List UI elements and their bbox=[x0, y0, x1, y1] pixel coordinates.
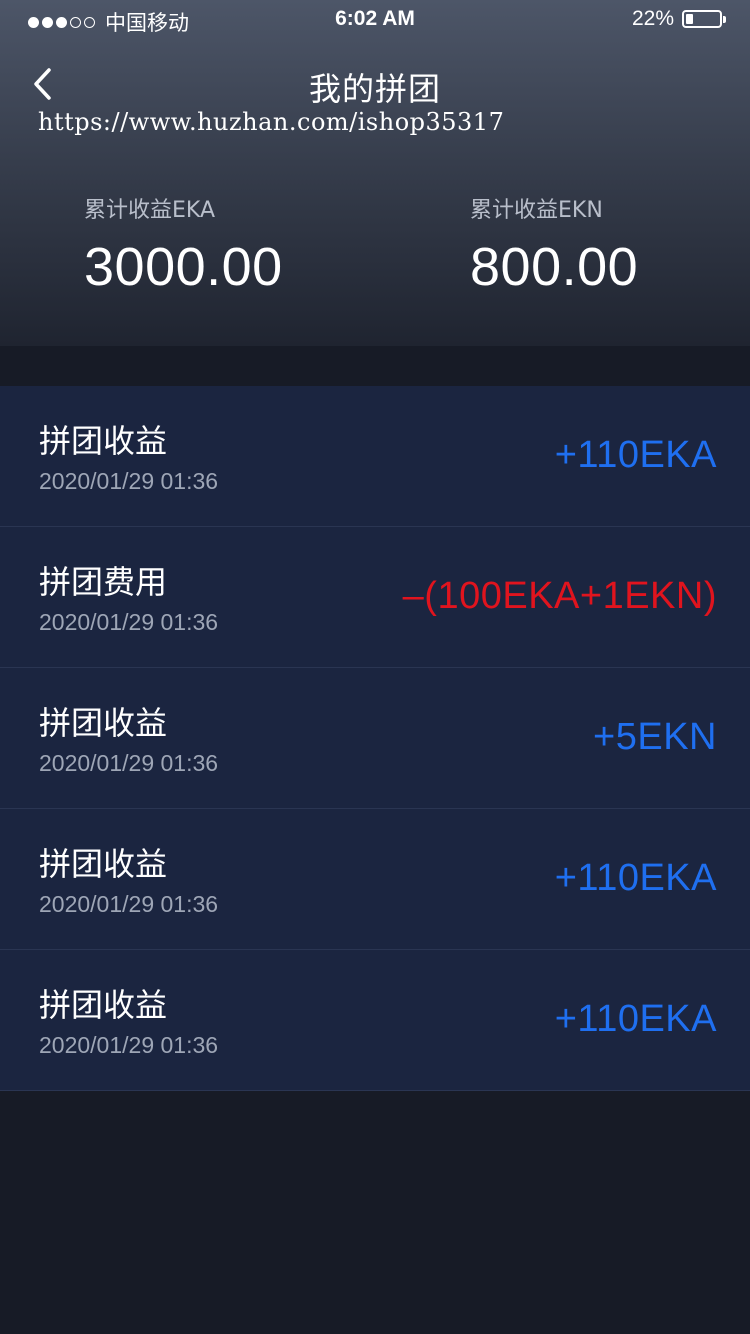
record-time: 2020/01/29 01:36 bbox=[39, 468, 219, 494]
record-list: 拼团收益 2020/01/29 01:36 +110EKA 拼团费用 2020/… bbox=[0, 386, 750, 1091]
record-time: 2020/01/29 01:36 bbox=[39, 1032, 219, 1058]
list-item[interactable]: 拼团费用 2020/01/29 01:36 –(100EKA+1EKN) bbox=[0, 527, 750, 668]
record-title: 拼团收益 bbox=[39, 845, 168, 883]
status-right: 22% bbox=[631, 7, 726, 31]
list-item[interactable]: 拼团收益 2020/01/29 01:36 +110EKA bbox=[0, 386, 750, 527]
battery-percentage: 22% bbox=[631, 7, 674, 30]
list-item[interactable]: 拼团收益 2020/01/29 01:36 +110EKA bbox=[0, 950, 750, 1091]
watermark-url: https://www.huzhan.com/ishop35317 bbox=[38, 108, 505, 136]
record-amount: +110EKA bbox=[554, 998, 717, 1040]
stat-ekn: 累计收益EKN 800.00 bbox=[470, 192, 638, 298]
battery-icon bbox=[682, 10, 726, 28]
record-amount: +110EKA bbox=[554, 857, 717, 899]
header-panel: 中国移动 6:02 AM 22% 我的拼团 https://www.huzhan… bbox=[0, 0, 750, 346]
battery-tip bbox=[723, 16, 726, 23]
stat-label: 累计收益EKN bbox=[470, 198, 603, 223]
stat-label: 累计收益EKA bbox=[84, 198, 215, 223]
stat-value: 3000.00 bbox=[84, 237, 283, 297]
page-title: 我的拼团 bbox=[308, 70, 441, 108]
record-title: 拼团费用 bbox=[39, 563, 168, 601]
list-item[interactable]: 拼团收益 2020/01/29 01:36 +5EKN bbox=[0, 668, 750, 809]
record-amount: +5EKN bbox=[593, 716, 717, 758]
record-amount: –(100EKA+1EKN) bbox=[402, 575, 717, 617]
stat-value: 800.00 bbox=[470, 237, 639, 297]
record-time: 2020/01/29 01:36 bbox=[39, 609, 219, 635]
stat-eka: 累计收益EKA 3000.00 bbox=[84, 192, 283, 298]
record-title: 拼团收益 bbox=[39, 704, 168, 742]
record-title: 拼团收益 bbox=[39, 422, 168, 460]
battery-level bbox=[686, 14, 693, 24]
record-time: 2020/01/29 01:36 bbox=[39, 750, 219, 776]
record-title: 拼团收益 bbox=[39, 986, 168, 1024]
status-bar: 中国移动 6:02 AM 22% bbox=[0, 0, 750, 40]
record-amount: +110EKA bbox=[554, 434, 717, 476]
record-time: 2020/01/29 01:36 bbox=[39, 891, 219, 917]
list-item[interactable]: 拼团收益 2020/01/29 01:36 +110EKA bbox=[0, 809, 750, 950]
